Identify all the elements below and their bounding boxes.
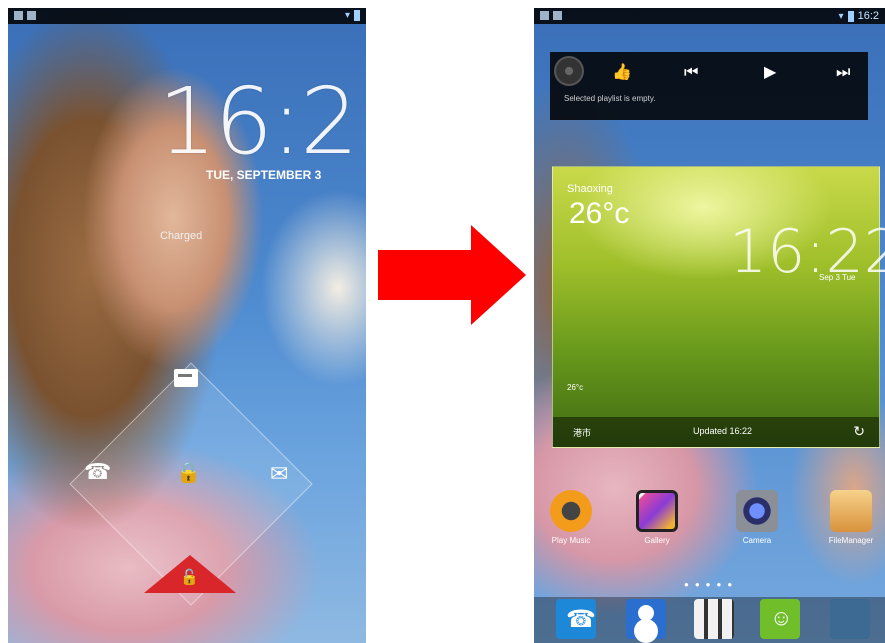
album-art-icon — [554, 56, 584, 86]
play-icon[interactable]: ▶ — [764, 62, 776, 81]
mail-icon[interactable]: ✉ — [270, 463, 288, 485]
phone-icon[interactable]: ☎ — [84, 461, 111, 483]
folder-icon — [830, 490, 872, 532]
weather-widget[interactable]: Shaoxing 26°c 16:22 Sep 3 Tue 26°c 港市 Up… — [552, 166, 885, 448]
app-label: Gallery — [644, 536, 670, 545]
unlock-open-icon[interactable]: 🔓 — [180, 568, 199, 586]
message-icon[interactable] — [174, 369, 198, 387]
arrow-shaft — [378, 250, 473, 300]
status-time: 16:2 — [857, 10, 879, 22]
headphones-icon — [550, 490, 592, 532]
thumbs-up-icon[interactable]: 👍 — [612, 62, 632, 81]
dock — [534, 597, 885, 643]
playlist-message: Selected playlist is empty. — [564, 94, 656, 103]
arrow-head — [471, 225, 526, 325]
home-screen: ▾ 16:2 👍 ⏮ ▶ ⏭ Selected playlist is empt… — [534, 8, 885, 643]
weather-footer: 港市 Updated 16:22 ↻ — [553, 417, 879, 447]
wifi-icon: ▾ — [344, 10, 350, 21]
app-row: Play Music Gallery Camera FileManager — [534, 490, 885, 560]
lock-clock: 16:21 — [158, 68, 366, 175]
gallery-icon — [636, 490, 678, 532]
weather-date: Sep 3 Tue — [819, 273, 856, 282]
app-file-manager[interactable]: FileManager — [816, 490, 885, 545]
charge-status: Charged — [160, 230, 203, 242]
app-label: Play Music — [551, 536, 591, 545]
page-indicator: ●●●●● — [684, 580, 739, 589]
notification-icons — [540, 11, 562, 20]
unlock-widget[interactable]: ☎ 🔒 ✉ 🔓 — [69, 362, 313, 606]
wifi-icon: ▾ — [838, 10, 844, 22]
status-bar: ▾ 16:2 — [534, 8, 885, 24]
app-label: Camera — [742, 536, 772, 545]
status-bar: ▾ — [8, 8, 366, 24]
weather-clock: 16:22 — [729, 217, 885, 287]
notification-icons — [14, 11, 36, 20]
lock-screen: ▾ 16:21 TUE, SEPTEMBER 3 Charged ☎ 🔒 ✉ 🔓 — [8, 8, 366, 643]
lock-icon[interactable]: 🔒 — [176, 463, 201, 483]
contacts-icon[interactable] — [626, 599, 666, 639]
weather-detail: 26°c — [567, 383, 584, 392]
app-camera[interactable]: Camera — [722, 490, 792, 545]
app-label: FileManager — [828, 536, 874, 545]
weather-city: Shaoxing — [567, 183, 613, 195]
battery-icon — [847, 10, 854, 22]
music-widget[interactable]: 👍 ⏮ ▶ ⏭ Selected playlist is empty. — [550, 52, 868, 120]
settings-icon[interactable] — [830, 599, 870, 639]
weather-temperature: 26°c — [569, 197, 630, 230]
app-gallery[interactable]: Gallery — [622, 490, 692, 545]
refresh-icon[interactable]: ↻ — [853, 423, 865, 440]
weather-location: 港市 — [573, 428, 592, 438]
lock-date: TUE, SEPTEMBER 3 — [206, 168, 322, 182]
status-icons: ▾ — [345, 10, 360, 21]
next-icon[interactable]: ⏭ — [836, 62, 850, 82]
app-play-music[interactable]: Play Music — [536, 490, 606, 545]
phone-icon[interactable] — [556, 599, 596, 639]
camera-icon — [736, 490, 778, 532]
status-icons: ▾ 16:2 — [839, 10, 879, 22]
weather-updated: Updated 16:22 — [693, 426, 753, 436]
transition-arrow — [378, 225, 526, 325]
market-icon[interactable] — [760, 599, 800, 639]
app-drawer-icon[interactable] — [694, 599, 734, 639]
battery-icon — [354, 10, 360, 21]
previous-icon[interactable]: ⏮ — [684, 62, 698, 82]
